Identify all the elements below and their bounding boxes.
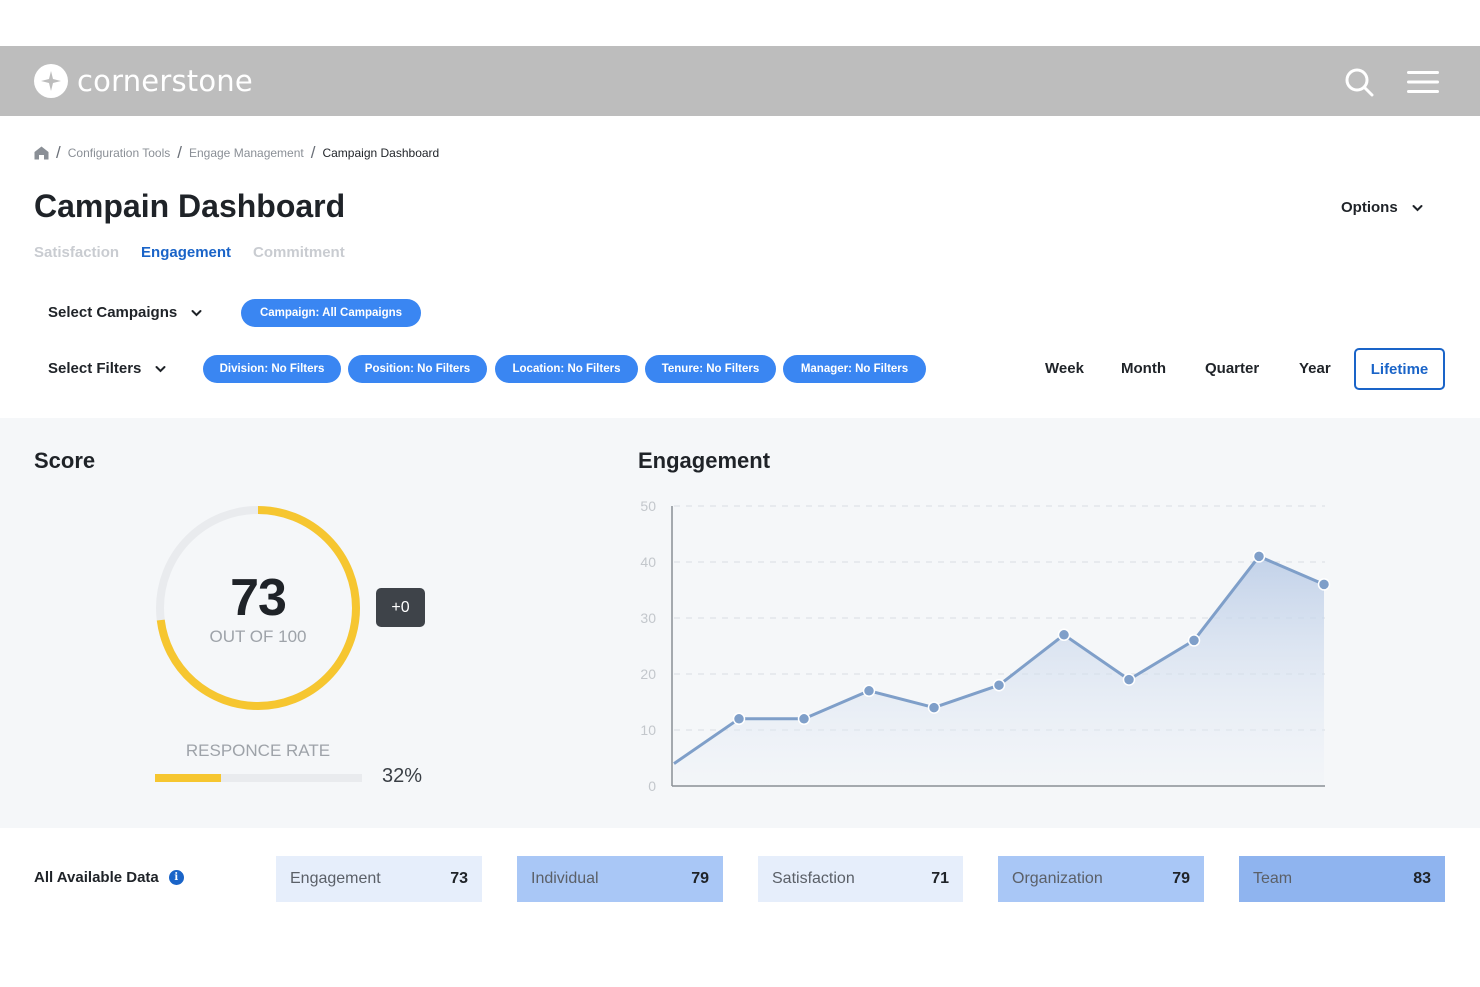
breadcrumb: / Configuration Tools / Engage Managemen… (34, 143, 439, 163)
response-rate-label: RESPONCE RATE (185, 741, 331, 760)
select-campaigns-dropdown[interactable]: Select Campaigns (48, 304, 202, 321)
brand-name: cornerstone (77, 64, 253, 98)
metric-team[interactable]: Team 83 (1239, 856, 1445, 902)
data-point[interactable] (732, 712, 746, 726)
y-tick-label: 50 (640, 498, 656, 514)
hamburger-menu-icon[interactable] (1406, 65, 1440, 99)
metric-label: Team (1253, 870, 1293, 887)
metric-organization[interactable]: Organization 79 (998, 856, 1204, 902)
y-tick-label: 20 (640, 666, 656, 682)
breadcrumb-separator: / (56, 143, 61, 162)
chevron-down-icon (155, 360, 166, 377)
metric-label: Organization (1012, 870, 1103, 887)
engagement-chart: 0 10 20 30 40 50 (640, 498, 1331, 794)
data-point[interactable] (1057, 628, 1071, 642)
score-delta-badge: +0 (376, 588, 425, 627)
response-rate-fill (155, 774, 222, 782)
breadcrumb-separator: / (177, 143, 182, 162)
cornerstone-logo-icon (34, 64, 68, 98)
y-tick-label: 10 (640, 722, 656, 738)
engagement-area (674, 556, 1324, 786)
info-icon[interactable]: i (168, 870, 184, 885)
page-title: Campain Dashboard (34, 188, 346, 224)
response-rate-bar (155, 774, 362, 782)
data-point[interactable] (797, 712, 811, 726)
breadcrumb-item-configuration-tools[interactable]: Configuration Tools (68, 146, 171, 160)
tab-satisfaction[interactable]: Satisfaction (34, 244, 119, 261)
select-filters-dropdown[interactable]: Select Filters (48, 360, 166, 377)
brand-logo[interactable]: cornerstone (34, 64, 253, 98)
dashboard-tabs: Satisfaction Engagement Commitment (34, 244, 367, 261)
data-point[interactable] (927, 701, 941, 714)
data-point[interactable] (862, 684, 876, 698)
select-filters-label: Select Filters (48, 360, 142, 377)
manager-filter-chip[interactable]: Manager: No Filters (783, 355, 926, 383)
period-quarter[interactable]: Quarter (1205, 360, 1259, 377)
division-filter-chip[interactable]: Division: No Filters (203, 355, 341, 383)
select-campaigns-label: Select Campaigns (48, 304, 178, 321)
score-title: Score (34, 448, 96, 473)
data-point[interactable] (1122, 673, 1136, 686)
data-point[interactable] (992, 678, 1006, 692)
tab-engagement[interactable]: Engagement (141, 244, 231, 261)
metric-value: 79 (691, 870, 709, 887)
all-available-data: All Available Data i (34, 869, 184, 886)
score-out-of: OUT OF 100 (209, 627, 307, 646)
chevron-down-icon (191, 304, 202, 321)
all-available-data-label: All Available Data (34, 869, 159, 886)
search-icon[interactable] (1342, 65, 1376, 99)
location-filter-chip[interactable]: Location: No Filters (495, 355, 638, 383)
tenure-filter-chip[interactable]: Tenure: No Filters (645, 355, 776, 383)
data-point[interactable] (1252, 550, 1266, 563)
y-tick-label: 30 (640, 610, 656, 626)
y-tick-label: 40 (640, 554, 656, 570)
metric-satisfaction[interactable]: Satisfaction 71 (758, 856, 963, 902)
campaign-filter-chip[interactable]: Campaign: All Campaigns (241, 299, 421, 327)
response-rate-value: 32% (382, 765, 423, 787)
metric-engagement[interactable]: Engagement 73 (276, 856, 482, 902)
period-lifetime[interactable]: Lifetime (1354, 348, 1445, 390)
metric-label: Engagement (290, 870, 381, 887)
options-dropdown[interactable]: Options (1341, 199, 1423, 216)
period-month[interactable]: Month (1121, 360, 1166, 377)
metric-value: 71 (931, 870, 949, 887)
breadcrumb-item-engage-management[interactable]: Engage Management (189, 146, 304, 160)
period-year[interactable]: Year (1299, 360, 1331, 377)
period-week[interactable]: Week (1045, 360, 1084, 377)
chevron-down-icon (1412, 199, 1423, 216)
y-tick-label: 0 (648, 778, 656, 794)
score-value: 73 (230, 569, 287, 627)
top-navigation-bar: cornerstone (0, 46, 1480, 116)
breadcrumb-separator: / (310, 143, 316, 162)
metric-value: 83 (1413, 870, 1431, 887)
home-icon[interactable] (34, 146, 49, 160)
tab-commitment[interactable]: Commitment (253, 244, 345, 261)
metric-individual[interactable]: Individual 79 (517, 856, 723, 902)
data-point[interactable] (1317, 578, 1331, 591)
data-point[interactable] (1187, 634, 1201, 647)
engagement-chart-title: Engagement (638, 448, 771, 473)
metric-label: Satisfaction (772, 870, 855, 887)
metric-label: Individual (531, 870, 599, 887)
metric-value: 73 (450, 870, 468, 887)
breadcrumb-current: Campaign Dashboard (322, 146, 440, 160)
position-filter-chip[interactable]: Position: No Filters (348, 355, 487, 383)
options-label: Options (1341, 199, 1398, 216)
metric-value: 79 (1172, 870, 1190, 887)
